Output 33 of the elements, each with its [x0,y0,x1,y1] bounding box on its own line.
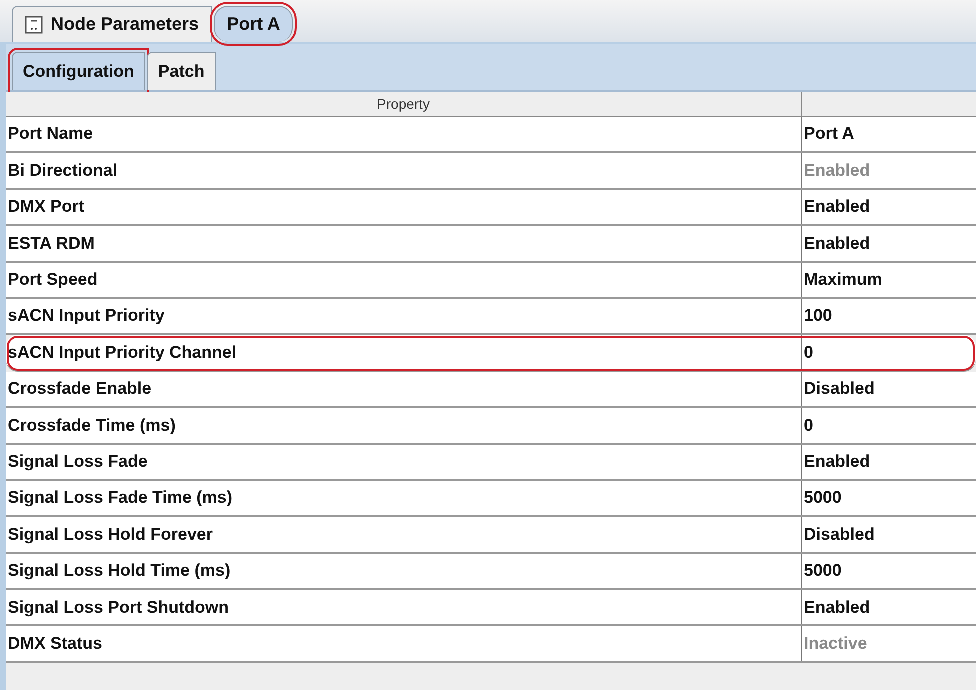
table-cell-text: Enabled [803,450,870,473]
table-cell-text: Enabled [803,232,870,255]
table-cell: Crossfade Enable [6,372,802,406]
column-header: Property [6,92,802,116]
table-cell: Signal Loss Fade Time (ms) [6,480,802,516]
table-cell: DMX Port [6,190,802,224]
table-cell-text: Enabled [803,596,870,619]
table-cell-text: Enabled [803,196,870,218]
table-cell: Signal Loss Hold Forever [6,517,802,552]
tab[interactable]: Patch [147,52,216,90]
table-cell: Bi Directional [6,153,802,188]
table-cell: sACN Input Priority Channel [6,335,802,370]
table-cell: sACN Input Priority [6,298,802,334]
table-cell: Signal Loss Fade [6,444,802,479]
table-cell-text: Disabled [803,378,875,400]
table-cell-text: Maximum [803,269,882,291]
table-cell-text: 5000 [803,560,842,582]
table-cell-text: 5000 [803,487,842,510]
table-cell: Port Speed [6,262,802,297]
table-cell-text: 0 [803,342,814,364]
table-cell: DMX Status [6,626,802,661]
table-cell-text: Disabled [803,524,875,546]
table-cell: Port Name [6,117,802,152]
table-cell: Signal Loss Hold Time (ms) [6,554,802,588]
table-cell-text: 100 [803,305,832,328]
table-cell-text: Port A [803,123,854,146]
table-cell: Signal Loss Port Shutdown [6,590,802,624]
table-cell-text: Inactive [803,632,868,655]
table-cell: ESTA RDM [6,226,802,261]
table-cell-text: Enabled [803,160,870,182]
table-cell: Crossfade Time (ms) [6,408,802,443]
table-cell-text: 0 [803,414,814,437]
tab[interactable]: Node Parameters [12,6,212,42]
